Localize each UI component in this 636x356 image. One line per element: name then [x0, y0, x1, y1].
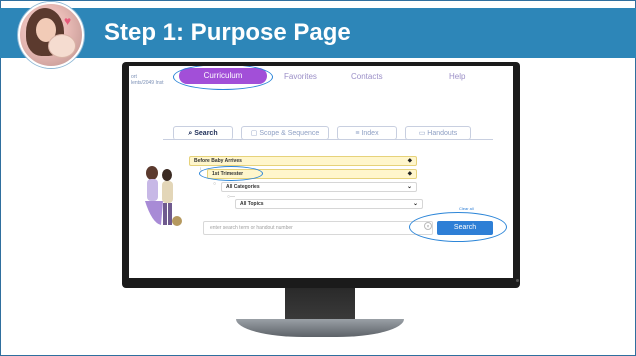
tab-scope-sequence[interactable]: ▢ Scope & Sequence — [241, 126, 329, 140]
select-categories[interactable]: All Categories ⌄ — [221, 182, 417, 192]
chevron-down-icon: ⌄ — [406, 184, 412, 190]
chevron-down-icon: ⬥ — [407, 171, 412, 177]
document-icon: ▭ — [418, 130, 426, 137]
tab-search[interactable]: ⌕ Search — [173, 126, 233, 140]
nav-help[interactable]: Help — [449, 72, 465, 81]
couple-illustration — [145, 166, 182, 226]
chevron-down-icon: ⌄ — [412, 201, 418, 207]
list-icon: ≡ — [355, 130, 360, 137]
tab-index[interactable]: ≡ Index — [337, 126, 397, 140]
clear-all-link[interactable]: Clear all — [459, 206, 474, 211]
power-indicator — [516, 279, 519, 282]
select-stage[interactable]: Before Baby Arrives ⬥ — [189, 156, 417, 166]
tab-handouts[interactable]: ▭ Handouts — [405, 126, 471, 140]
nav-contacts[interactable]: Contacts — [351, 72, 383, 81]
chevron-down-icon: ⬥ — [407, 158, 412, 164]
monitor-screen: ort lents/2049 Inst Curriculum Favorites… — [129, 66, 513, 278]
search-highlight-ring — [409, 212, 507, 242]
heart-icon: ♥ — [64, 14, 72, 28]
mother-baby-avatar: ♥ — [18, 2, 84, 68]
monitor-stand-neck — [285, 288, 355, 322]
curriculum-highlight-ring — [173, 66, 273, 90]
calendar-icon: ▢ — [250, 130, 258, 137]
search-input[interactable]: enter search term or handout number — [203, 221, 433, 235]
trimester-highlight-ring — [199, 166, 263, 181]
select-topics[interactable]: All Topics ⌄ — [235, 199, 423, 209]
app-brand: ort lents/2049 Inst — [131, 74, 164, 86]
tab-divider — [163, 139, 493, 140]
nav-favorites[interactable]: Favorites — [284, 72, 317, 81]
binoculars-icon: ⌕ — [188, 130, 193, 137]
page-title: Step 1: Purpose Page — [104, 19, 351, 46]
